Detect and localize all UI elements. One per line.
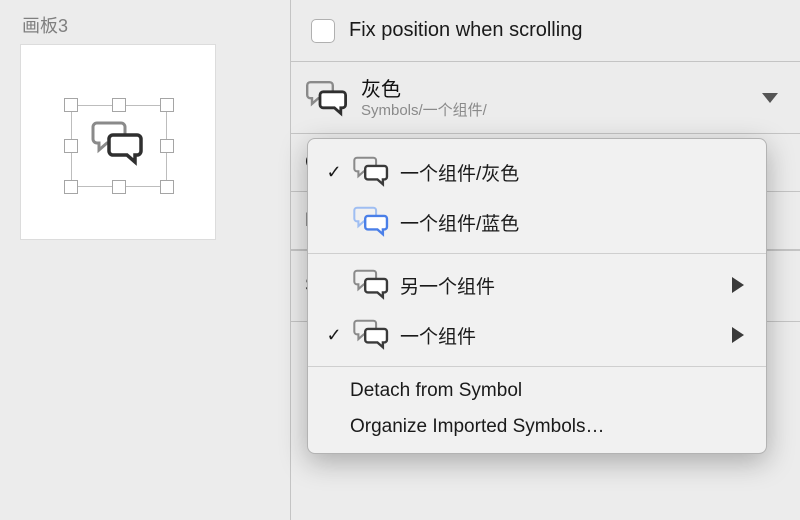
chevron-down-icon[interactable] [762,93,778,103]
resize-handle-mr[interactable] [160,139,174,153]
menu-item-label: Organize Imported Symbols… [350,416,605,438]
symbol-path: Symbols/一个组件/ [361,102,487,120]
menu-item-another[interactable]: 另一个组件 [308,260,766,310]
resize-handle-ml[interactable] [64,139,78,153]
menu-item-label: 另一个组件 [400,272,732,299]
submenu-arrow-icon [732,327,744,343]
resize-handle-tl[interactable] [64,98,78,112]
menu-separator [308,253,766,254]
menu-item-label: Detach from Symbol [350,380,522,402]
inspector-panel: Fix position when scrolling 灰色 Symbols/一… [290,0,800,520]
artboard-title: 画板3 [22,12,270,38]
selection-bounds[interactable] [71,105,167,187]
fix-position-row[interactable]: Fix position when scrolling [291,0,800,62]
symbol-chat-icon [305,79,351,119]
check-icon: ✓ [318,325,350,346]
menu-item-label: 一个组件/灰色 [400,159,744,186]
resize-handle-bc[interactable] [112,180,126,194]
check-icon: ✓ [318,162,350,183]
chat-bubbles-icon [350,317,394,353]
resize-handle-bl[interactable] [64,180,78,194]
symbol-name: 灰色 [361,78,487,102]
resize-handle-tr[interactable] [160,98,174,112]
symbol-picker-menu[interactable]: ✓ 一个组件/灰色 一个组件/蓝色 [307,138,767,454]
menu-item-label: 一个组件/蓝色 [400,209,744,236]
resize-handle-tc[interactable] [112,98,126,112]
menu-separator [308,366,766,367]
resize-handle-br[interactable] [160,180,174,194]
fix-position-checkbox[interactable] [311,19,335,43]
menu-action-organize[interactable]: Organize Imported Symbols… [308,409,766,445]
symbol-selector[interactable]: 灰色 Symbols/一个组件/ [291,62,800,134]
chat-bubbles-icon [91,119,147,171]
artboard[interactable] [20,44,216,240]
menu-item-one[interactable]: ✓ 一个组件 [308,310,766,360]
menu-item-label: 一个组件 [400,322,732,349]
canvas-area: 画板3 [0,0,290,520]
fix-position-label: Fix position when scrolling [349,19,582,42]
menu-item-gray[interactable]: ✓ 一个组件/灰色 [308,147,766,197]
submenu-arrow-icon [732,277,744,293]
chat-bubbles-icon [350,267,394,303]
menu-item-blue[interactable]: 一个组件/蓝色 [308,197,766,247]
chat-bubbles-icon [350,204,394,240]
menu-action-detach[interactable]: Detach from Symbol [308,373,766,409]
chat-bubbles-icon [350,154,394,190]
